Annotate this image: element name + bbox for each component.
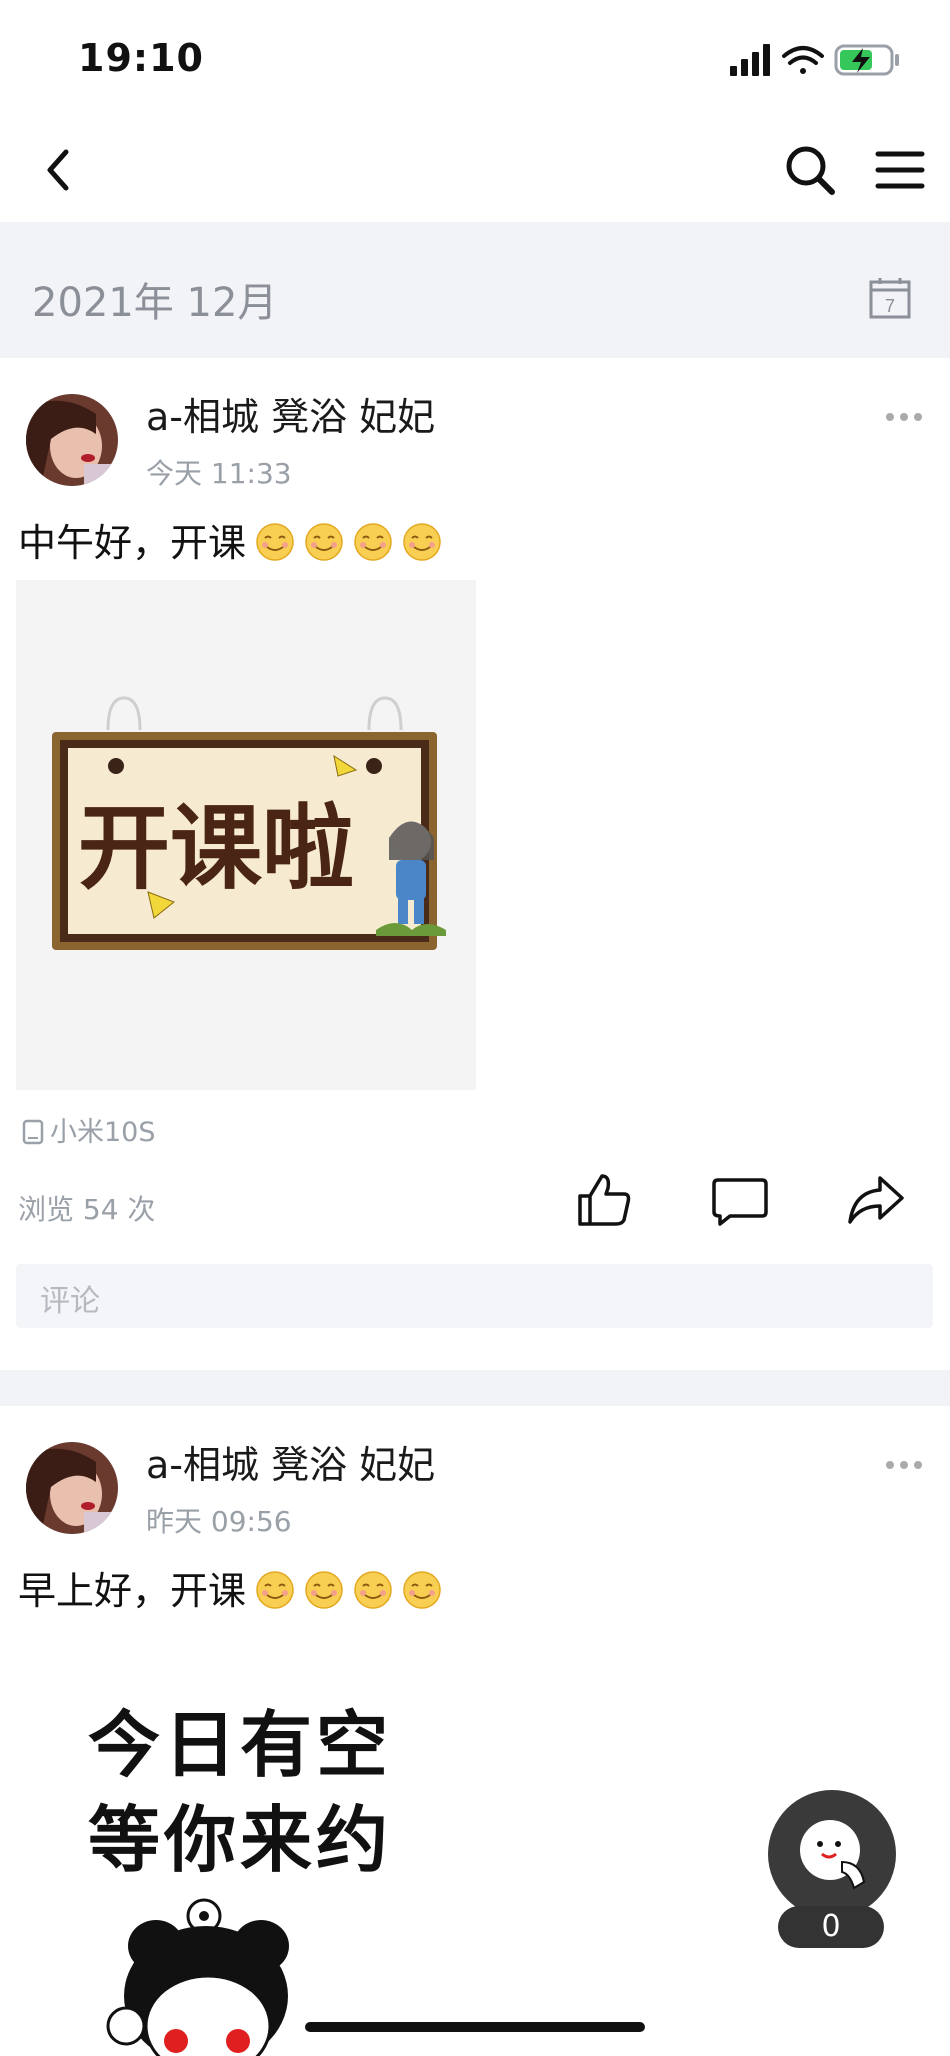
post-time: 昨天 09:56 xyxy=(146,1505,292,1538)
battery-icon xyxy=(834,44,899,76)
comment-input[interactable]: 评论 xyxy=(16,1264,933,1328)
date-title: 2021年 12月 xyxy=(32,280,278,326)
share-icon[interactable] xyxy=(846,1170,906,1230)
calendar-icon[interactable]: 7 xyxy=(868,276,912,320)
signal-icon xyxy=(730,44,770,76)
status-time: 19:10 xyxy=(78,36,204,80)
more-icon[interactable] xyxy=(884,408,924,421)
post-card: a-相城 凳浴 妃妃 今天 11:33 中午好，开课 开课啦 小米10S 浏览 … xyxy=(0,358,950,1368)
search-icon[interactable] xyxy=(780,140,840,200)
svg-text:7: 7 xyxy=(885,296,895,316)
status-bar: 19:10 xyxy=(0,0,950,120)
wifi-icon xyxy=(782,46,824,74)
floating-mascot-button[interactable] xyxy=(768,1790,896,1918)
username[interactable]: a-相城 凳浴 妃妃 xyxy=(146,1434,435,1489)
post-text: 中午好，开课 xyxy=(18,512,442,567)
smile-emoji-icon xyxy=(403,1571,441,1609)
back-icon[interactable] xyxy=(30,140,90,200)
post-separator xyxy=(0,1370,950,1406)
smile-emoji-icon xyxy=(354,523,392,561)
post-text: 早上好，开课 xyxy=(18,1560,442,1615)
more-icon[interactable] xyxy=(884,1456,924,1469)
avatar[interactable] xyxy=(26,394,118,486)
post-image[interactable]: 今日有空 等你来约 xyxy=(16,1636,476,2056)
phone-icon xyxy=(22,1119,44,1145)
post-time: 今天 11:33 xyxy=(146,457,292,490)
image-text-line2: 等你来约 xyxy=(88,1798,393,1882)
username[interactable]: a-相城 凳浴 妃妃 xyxy=(146,386,435,441)
post-card: a-相城 凳浴 妃妃 昨天 09:56 早上好，开课 今日有空 等你来约 xyxy=(0,1406,950,2056)
floating-count-badge: 0 xyxy=(778,1906,884,1948)
date-header: 2021年 12月 7 xyxy=(0,222,950,358)
status-icons xyxy=(730,40,910,80)
status-icons-svg xyxy=(730,44,899,76)
like-icon[interactable] xyxy=(574,1170,634,1230)
image-text-line1: 今日有空 xyxy=(88,1703,393,1787)
comment-icon[interactable] xyxy=(710,1170,770,1230)
post-text-content: 中午好，开课 xyxy=(18,521,247,565)
home-indicator xyxy=(305,2022,645,2032)
device-name: 小米10S xyxy=(50,1117,156,1148)
image-caption: 开课啦 xyxy=(78,795,354,902)
menu-icon[interactable] xyxy=(870,140,930,200)
smile-emoji-icon xyxy=(354,1571,392,1609)
nav-bar xyxy=(0,120,950,223)
avatar[interactable] xyxy=(26,1442,118,1534)
view-count: 浏览 54 次 xyxy=(18,1193,156,1226)
post-text-content: 早上好，开课 xyxy=(18,1569,247,1613)
mascot-icon xyxy=(800,1820,866,1890)
device-label: 小米10S xyxy=(22,1110,156,1149)
smile-emoji-icon xyxy=(305,1571,343,1609)
comment-placeholder: 评论 xyxy=(40,1284,100,1319)
smile-emoji-icon xyxy=(403,523,441,561)
smile-emoji-icon xyxy=(256,523,294,561)
smile-emoji-icon xyxy=(256,1571,294,1609)
smile-emoji-icon xyxy=(305,523,343,561)
post-image[interactable]: 开课啦 xyxy=(16,580,476,1090)
